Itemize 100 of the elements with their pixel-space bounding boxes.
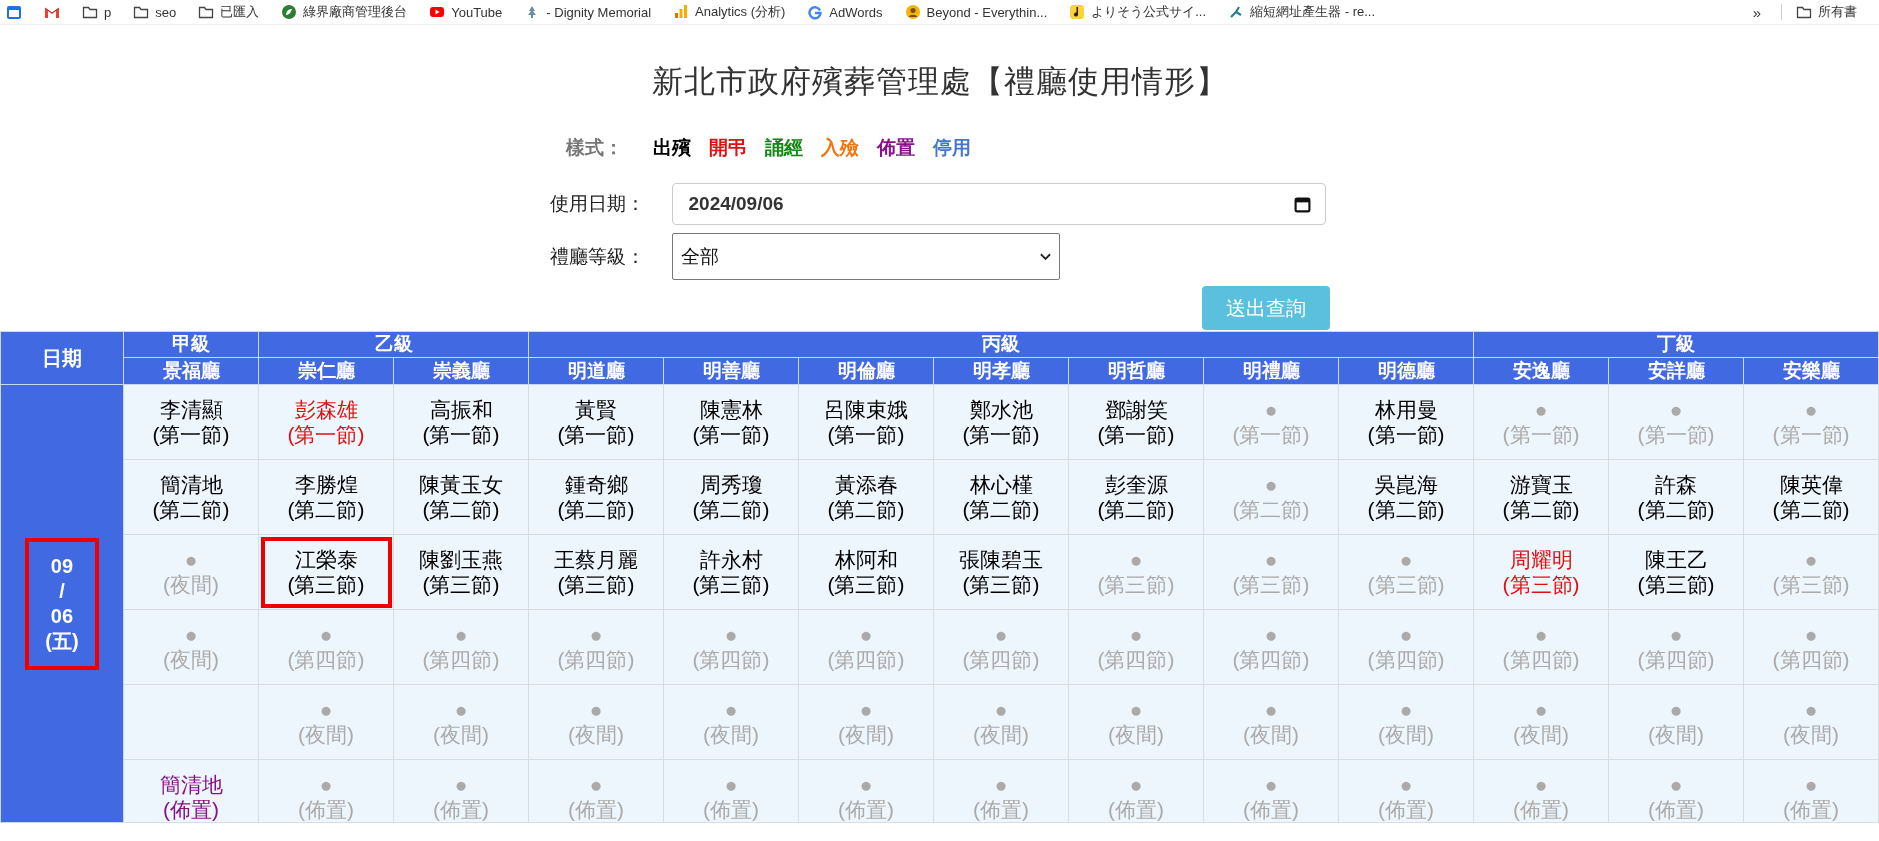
vacant-slot-cell[interactable]: ● (第四節) [1743, 609, 1879, 685]
vacant-slot-cell[interactable]: ● (夜間) [123, 609, 259, 685]
booking-cell[interactable]: 江榮泰 (第三節) [258, 534, 394, 610]
bookmark[interactable]: seo [133, 4, 177, 20]
vacant-slot-cell[interactable]: ● (夜間) [393, 684, 529, 760]
vacant-slot-cell[interactable]: ● (第四節) [1608, 609, 1744, 685]
vacant-slot-cell[interactable]: ● (佈置) [1743, 759, 1879, 823]
vacant-slot-cell[interactable]: ● (佈置) [663, 759, 799, 823]
vacant-slot-cell[interactable]: ● (第四節) [798, 609, 934, 685]
booking-cell[interactable]: 李勝煌 (第二節) [258, 459, 394, 535]
vacant-slot-cell[interactable]: ● (夜間) [528, 684, 664, 760]
legend-item: 入殮 [820, 136, 859, 160]
vacant-slot-cell[interactable]: ● (第一節) [1473, 384, 1609, 460]
booking-cell[interactable]: 周秀瓊 (第二節) [663, 459, 799, 535]
vacant-slot-cell[interactable]: ● (佈置) [258, 759, 394, 823]
vacant-slot-cell[interactable]: ● (第三節) [1338, 534, 1474, 610]
vacant-slot-cell[interactable]: ● (第四節) [933, 609, 1069, 685]
vacant-slot-cell[interactable]: ● (第三節) [1068, 534, 1204, 610]
vacant-slot-cell[interactable]: ● (夜間) [1068, 684, 1204, 760]
vacant-slot-cell[interactable]: ● (佈置) [528, 759, 664, 823]
booking-cell[interactable]: 許森 (第二節) [1608, 459, 1744, 535]
bookmark[interactable]: YouTube [429, 4, 503, 20]
vacant-slot-cell[interactable]: ● (第四節) [663, 609, 799, 685]
vacant-slot-cell[interactable]: ● (第四節) [258, 609, 394, 685]
booking-cell[interactable]: 呂陳束娥 (第一節) [798, 384, 934, 460]
booking-cell[interactable]: 周耀明 (第三節) [1473, 534, 1609, 610]
vacant-slot-cell[interactable]: ● (第四節) [1473, 609, 1609, 685]
vacant-slot-cell[interactable]: ● (夜間) [663, 684, 799, 760]
booking-cell[interactable]: 彭奎源 (第二節) [1068, 459, 1204, 535]
bookmark[interactable]: 已匯入 [198, 3, 260, 21]
bookmark[interactable]: p [82, 4, 112, 20]
vacant-slot-cell[interactable]: ● (佈置) [1338, 759, 1474, 823]
vacant-slot-cell[interactable]: ● (第四節) [1338, 609, 1474, 685]
booking-cell[interactable]: 陳憲林 (第一節) [663, 384, 799, 460]
vacant-slot-cell[interactable]: ● (第一節) [1743, 384, 1879, 460]
booking-cell[interactable]: 陳王乙 (第三節) [1608, 534, 1744, 610]
vacant-slot-cell[interactable]: ● (第四節) [528, 609, 664, 685]
booking-cell[interactable]: 張陳碧玉 (第三節) [933, 534, 1069, 610]
booking-cell[interactable]: 陳劉玉燕 (第三節) [393, 534, 529, 610]
vacant-slot-cell[interactable]: ● (第四節) [1068, 609, 1204, 685]
date-label: 09 / 06 (五) [25, 537, 99, 670]
vacant-slot-cell[interactable]: ● (第二節) [1203, 459, 1339, 535]
vacant-slot-cell[interactable]: ● (第一節) [1608, 384, 1744, 460]
booking-cell[interactable]: 黃賢 (第一節) [528, 384, 664, 460]
vacant-slot-cell[interactable]: ● (夜間) [1608, 684, 1744, 760]
vacant-slot-cell[interactable]: ● (夜間) [123, 534, 259, 610]
booking-cell[interactable]: 彭森雄 (第一節) [258, 384, 394, 460]
date-field[interactable]: 2024/09/06 [671, 183, 1326, 225]
vacant-slot-cell[interactable]: ● (佈置) [1203, 759, 1339, 823]
booking-cell[interactable]: 許永村 (第三節) [663, 534, 799, 610]
booking-cell[interactable]: 陳英偉 (第二節) [1743, 459, 1879, 535]
vacant-slot-cell[interactable]: ● (第三節) [1203, 534, 1339, 610]
booking-cell[interactable]: 簡清地 (第二節) [123, 459, 259, 535]
vacant-slot-cell[interactable]: ● (第四節) [1203, 609, 1339, 685]
submit-button[interactable]: 送出查詢 [1201, 286, 1330, 330]
booking-cell[interactable]: 林用曼 (第一節) [1338, 384, 1474, 460]
booking-cell[interactable]: 林阿和 (第三節) [798, 534, 934, 610]
vacant-slot-cell[interactable]: ● (佈置) [1473, 759, 1609, 823]
level-label: 禮廳等級： [549, 244, 646, 269]
level-select[interactable]: 全部 [671, 233, 1060, 280]
booking-cell[interactable]: 林心槿 (第二節) [933, 459, 1069, 535]
calendar-icon[interactable] [1293, 195, 1311, 213]
bookmark[interactable]: - Dignity Memorial [524, 4, 652, 20]
booking-cell[interactable]: 鍾奇鄉 (第二節) [528, 459, 664, 535]
vacant-slot-cell[interactable]: ● (佈置) [798, 759, 934, 823]
bookmark[interactable] [6, 4, 22, 20]
bookmark[interactable]: Beyond - Everythin... [904, 4, 1048, 20]
booking-cell[interactable]: 黃添春 (第二節) [798, 459, 934, 535]
vacant-slot-cell[interactable]: ● (夜間) [1743, 684, 1879, 760]
booking-cell[interactable]: 游寶玉 (第二節) [1473, 459, 1609, 535]
booking-cell[interactable]: 鄭水池 (第一節) [933, 384, 1069, 460]
vacant-slot-cell[interactable]: ● (第三節) [1743, 534, 1879, 610]
booking-cell[interactable]: 鄧謝笑 (第一節) [1068, 384, 1204, 460]
vacant-slot-cell[interactable]: ● (夜間) [1203, 684, 1339, 760]
bar-chart-icon [673, 4, 690, 20]
vacant-slot-cell[interactable]: ● (第四節) [393, 609, 529, 685]
booking-cell[interactable]: 高振和 (第一節) [393, 384, 529, 460]
folder-icon [1796, 4, 1812, 20]
bookmark[interactable]: 綠界廠商管理後台 [281, 3, 408, 21]
vacant-slot-cell[interactable]: ● (夜間) [258, 684, 394, 760]
more-bookmarks-button[interactable]: » [1752, 3, 1761, 21]
vacant-slot-cell[interactable]: ● (第一節) [1203, 384, 1339, 460]
bookmark[interactable]: よりそう公式サイ... [1069, 3, 1207, 21]
booking-cell[interactable]: 吳崑海 (第二節) [1338, 459, 1474, 535]
vacant-slot-cell[interactable]: ● (佈置) [393, 759, 529, 823]
vacant-slot-cell[interactable]: ● (夜間) [933, 684, 1069, 760]
vacant-slot-cell[interactable]: ● (佈置) [1608, 759, 1744, 823]
bookmark[interactable]: AdWords [807, 4, 883, 20]
booking-cell[interactable]: 王蔡月麗 (第三節) [528, 534, 664, 610]
bookmark[interactable]: Analytics (分析) [673, 3, 786, 21]
vacant-slot-cell[interactable]: ● (佈置) [1068, 759, 1204, 823]
bookmark[interactable]: 縮短網址產生器 - re... [1228, 3, 1376, 21]
vacant-slot-cell[interactable]: ● (夜間) [1473, 684, 1609, 760]
booking-cell[interactable]: 簡清地 (佈置) [123, 759, 259, 823]
booking-cell[interactable]: 李清顯 (第一節) [123, 384, 259, 460]
booking-cell[interactable]: 陳黃玉女 (第二節) [393, 459, 529, 535]
vacant-slot-cell[interactable]: ● (夜間) [798, 684, 934, 760]
bookmark[interactable]: 所有書 [1796, 3, 1857, 21]
vacant-slot-cell[interactable]: ● (夜間) [1338, 684, 1474, 760]
vacant-slot-cell[interactable]: ● (佈置) [933, 759, 1069, 823]
